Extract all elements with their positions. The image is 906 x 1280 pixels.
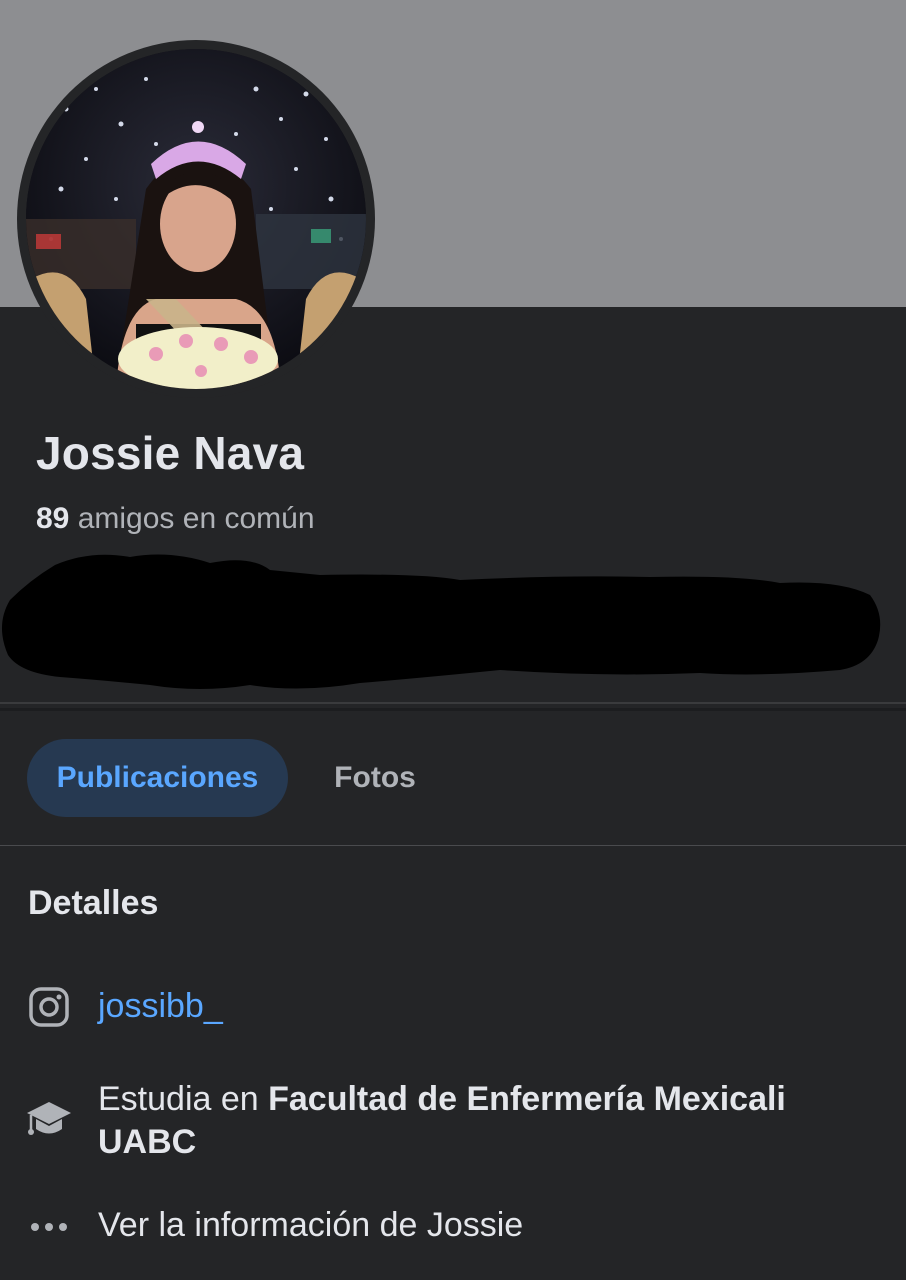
education-text[interactable]: Estudia en Facultad de Enfermería Mexica… xyxy=(98,1078,878,1164)
section-divider-shadow xyxy=(0,708,906,711)
section-divider xyxy=(0,702,906,704)
avatar-photo xyxy=(26,49,366,389)
details-title: Detalles xyxy=(28,884,159,922)
see-info-link[interactable]: Ver la información de Jossie xyxy=(98,1206,523,1245)
instagram-link[interactable]: jossibb_ xyxy=(98,987,223,1026)
instagram-icon xyxy=(24,982,74,1032)
education-prefix: Estudia en xyxy=(98,1080,259,1118)
profile-name: Jossie Nava xyxy=(36,427,305,479)
mutual-friends-count: 89 xyxy=(36,502,70,535)
mutual-friends[interactable]: 89 amigos en común xyxy=(36,502,315,536)
tabs-divider xyxy=(0,845,906,846)
profile-page: Jossie Nava 89 amigos en común Publicaci… xyxy=(0,0,906,1280)
tab-fotos[interactable]: Fotos xyxy=(310,739,440,817)
redaction-scribble xyxy=(1,554,881,689)
more-dots-icon xyxy=(24,1202,74,1252)
tab-publicaciones[interactable]: Publicaciones xyxy=(27,739,288,817)
mutual-friends-label: amigos en común xyxy=(77,502,315,535)
profile-avatar[interactable] xyxy=(26,49,366,389)
graduation-cap-icon xyxy=(24,1095,74,1145)
